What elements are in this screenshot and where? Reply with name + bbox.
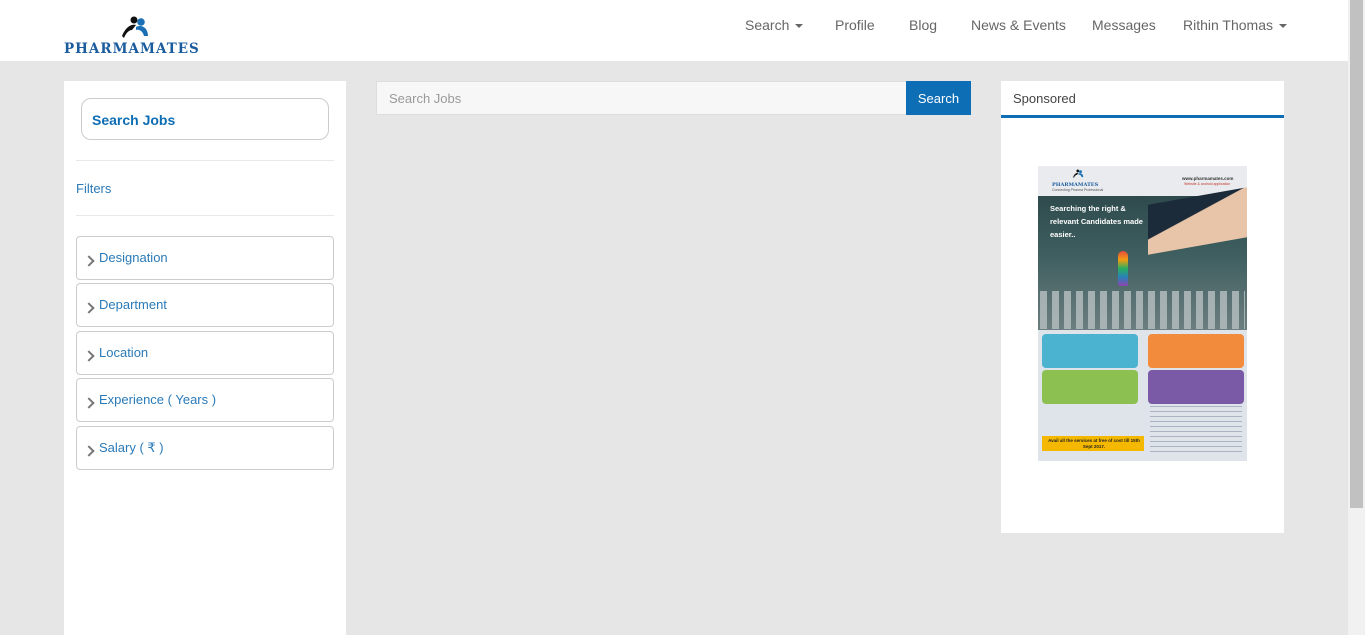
chevron-right-icon (83, 397, 95, 409)
brand-name: PHARMAMATES (64, 41, 200, 57)
job-search-input[interactable] (376, 81, 907, 115)
nav-search-dropdown[interactable]: Search (745, 17, 804, 33)
ad-url-subtitle: Website & android application (1184, 182, 1231, 186)
nav-search-label: Search (745, 17, 790, 33)
filter-sidebar: Search Jobs Filters Designation Departme… (64, 81, 346, 635)
caret-down-icon (1279, 24, 1288, 29)
ad-contact-text (1150, 406, 1242, 454)
people-logo-icon (122, 16, 148, 38)
page-scrollbar[interactable] (1348, 0, 1365, 635)
sponsored-ad-image[interactable]: PHARMAMATES Connecting Pharma Profession… (1038, 166, 1247, 461)
chevron-right-icon (83, 350, 95, 362)
filter-label: Department (99, 297, 167, 312)
hand-illustration (1148, 187, 1247, 255)
caret-down-icon (795, 24, 804, 29)
ad-url: www.pharmamates.com (1182, 176, 1234, 181)
filter-label: Location (99, 345, 149, 360)
chevron-right-icon (83, 302, 95, 314)
search-jobs-button[interactable]: Search Jobs (81, 98, 329, 140)
ad-feature-card (1042, 334, 1138, 368)
ad-offer-banner: Avail all the services at free of cost t… (1042, 436, 1144, 451)
sponsored-underline (1001, 115, 1284, 118)
people-row-illustration (1040, 291, 1245, 329)
chevron-right-icon (83, 255, 95, 267)
search-button[interactable]: Search (906, 81, 971, 115)
ad-offer-text: Avail all the services at free of cost t… (1048, 438, 1140, 449)
filter-designation[interactable]: Designation (76, 236, 334, 280)
ad-feature-card (1042, 370, 1138, 404)
filter-department[interactable]: Department (76, 283, 334, 327)
nav-blog[interactable]: Blog (909, 17, 937, 33)
nav-user-label: Rithin Thomas (1183, 17, 1274, 33)
nav-messages[interactable]: Messages (1092, 17, 1156, 33)
scrollbar-thumb[interactable] (1350, 0, 1363, 508)
people-logo-icon (1073, 169, 1084, 178)
divider (76, 160, 334, 161)
ad-headline: Searching the right & relevant Candidate… (1050, 204, 1143, 239)
filter-salary[interactable]: Salary ( ₹ ) (76, 426, 334, 470)
filter-location[interactable]: Location (76, 331, 334, 375)
ad-feature-card (1148, 370, 1244, 404)
divider (76, 215, 334, 216)
nav-news-events[interactable]: News & Events (971, 17, 1066, 33)
nav-news-events-label: News & Events (971, 17, 1066, 33)
nav-blog-label: Blog (909, 17, 938, 33)
top-navbar: PHARMAMATES Search Profile Blog News & E… (0, 0, 1348, 61)
ad-header: PHARMAMATES Connecting Pharma Profession… (1038, 166, 1247, 196)
filters-heading: Filters (76, 181, 112, 196)
nav-messages-label: Messages (1092, 17, 1156, 33)
ad-logo-subtitle: Connecting Pharma Professional (1052, 188, 1104, 192)
pharmamates-logo[interactable]: PHARMAMATES (64, 16, 214, 57)
candidate-figure-icon (1118, 251, 1128, 286)
nav-profile-label: Profile (835, 17, 875, 33)
nav-profile[interactable]: Profile (835, 17, 875, 33)
filter-label: Designation (99, 250, 168, 265)
ad-feature-card (1148, 334, 1244, 368)
filter-label: Experience ( Years ) (99, 392, 217, 407)
sponsored-title: Sponsored (1013, 91, 1076, 106)
filter-experience[interactable]: Experience ( Years ) (76, 378, 334, 422)
filter-label: Salary ( ₹ ) (99, 440, 164, 455)
ad-hero: Searching the right & relevant Candidate… (1038, 187, 1247, 330)
nav-user-menu[interactable]: Rithin Thomas (1183, 17, 1288, 33)
chevron-right-icon (83, 445, 95, 457)
sponsored-panel: Sponsored PHARMAMATES Connecting Pharma … (1001, 81, 1284, 533)
